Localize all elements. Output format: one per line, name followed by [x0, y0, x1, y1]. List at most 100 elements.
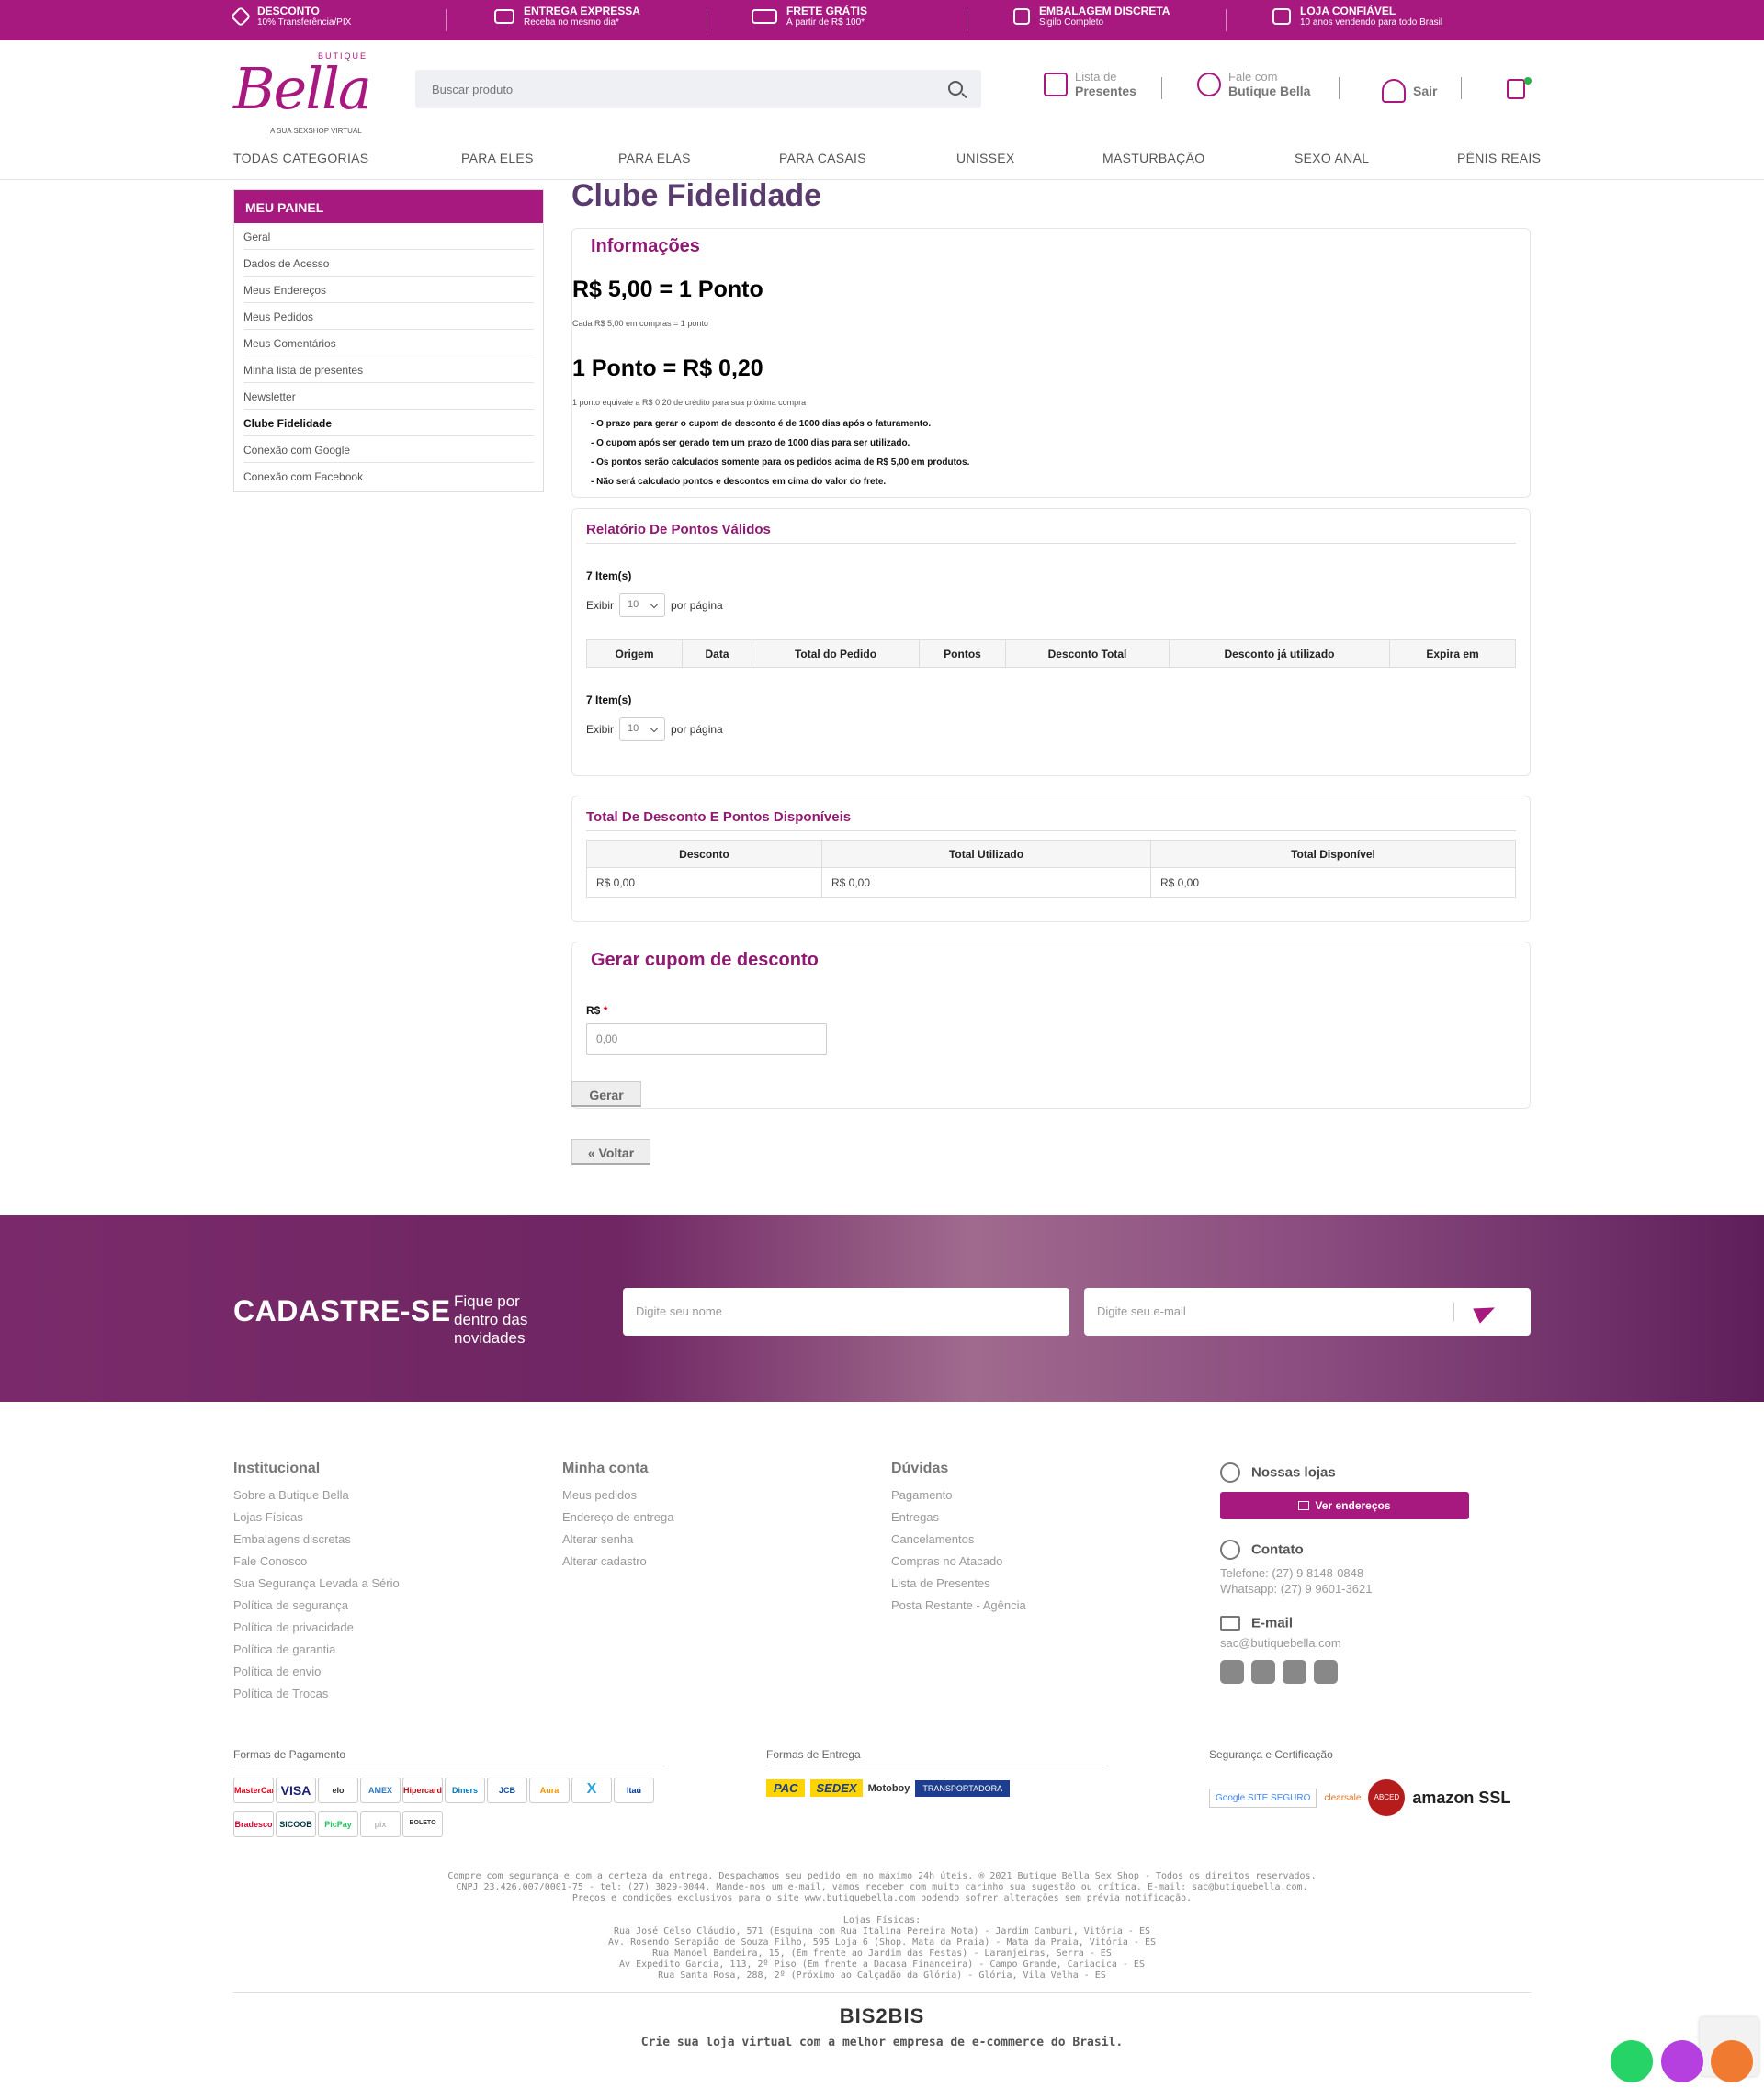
panel-title: MEU PAINEL	[234, 190, 543, 223]
footer-link[interactable]: Política de garantia	[233, 1642, 509, 1665]
phone-number[interactable]: Telefone: (27) 9 8148-0848	[1220, 1565, 1532, 1581]
nav-todas-categorias[interactable]: TODAS CATEGORIAS	[233, 151, 368, 165]
back-button[interactable]: « Voltar	[571, 1139, 650, 1165]
panel-item-comentarios[interactable]: Meus Comentários	[243, 330, 534, 356]
cart-icon[interactable]	[1507, 79, 1525, 99]
per-page-select[interactable]: 10	[619, 717, 666, 741]
per-page-select[interactable]: 10	[619, 593, 666, 617]
panel-item-dados-acesso[interactable]: Dados de Acesso	[243, 250, 534, 277]
nav-unissex[interactable]: UNISSEX	[956, 151, 1015, 165]
logo[interactable]: BUTIQUE Bella A SUA SEXSHOP VIRTUAL	[233, 51, 372, 135]
header-divider	[1461, 77, 1462, 99]
x-card-logo: X	[571, 1778, 612, 1803]
security-title: Segurança e Certificação	[1209, 1748, 1333, 1761]
items-count: 7 Item(s)	[586, 570, 632, 582]
stores-heading: Nossas lojas	[1220, 1462, 1532, 1483]
motoboy-logo: Motoboy	[867, 1782, 910, 1794]
view-addresses-label: Ver endereços	[1315, 1499, 1391, 1512]
email-address[interactable]: sac@butiquebella.com	[1220, 1635, 1532, 1651]
payment-logos: MasterCardVISAeloAMEXHipercardDinersJCBA…	[233, 1778, 656, 1845]
rule-bullet: - Os pontos serão calculados somente par…	[591, 457, 970, 468]
facebook-icon[interactable]	[1220, 1660, 1244, 1684]
gift-list-link[interactable]: Lista de Presentes	[1044, 70, 1136, 98]
search-icon[interactable]	[948, 81, 963, 96]
gift-list-label-a: Lista de	[1075, 70, 1117, 84]
contact-title: Contato	[1251, 1541, 1304, 1558]
google-safe-seal: Google SITE SEGURO	[1209, 1788, 1317, 1808]
panel-item-facebook[interactable]: Conexão com Facebook	[243, 463, 534, 490]
footer-link[interactable]: Sua Segurança Levada a Sério	[233, 1576, 509, 1598]
per-page-control: Exibir 10 por página	[586, 593, 723, 617]
footer-link[interactable]: Lojas Físicas	[233, 1510, 509, 1532]
benefit-title: DESCONTO	[257, 5, 320, 17]
legal-line: Rua José Celso Cláudio, 571 (Esquina com…	[614, 1926, 1150, 1936]
footer-link[interactable]: Fale Conosco	[233, 1554, 509, 1576]
rate-money-to-points: R$ 5,00 = 1 Ponto	[572, 277, 763, 302]
clearsale-seal: clearsale	[1324, 1792, 1362, 1803]
nav-para-elas[interactable]: PARA ELAS	[618, 151, 691, 165]
footer-link[interactable]: Política de Trocas	[233, 1687, 509, 1709]
whatsapp-icon[interactable]	[1611, 2040, 1653, 2082]
footer-link[interactable]: Endereço de entrega	[562, 1510, 838, 1532]
panel-item-lista-presentes[interactable]: Minha lista de presentes	[243, 356, 534, 383]
aura-logo: Aura	[529, 1778, 570, 1803]
footer-link[interactable]: Política de envio	[233, 1665, 509, 1687]
footer-link[interactable]: Lista de Presentes	[891, 1576, 1167, 1598]
gift-list-label-b: Presentes	[1075, 84, 1136, 98]
nav-para-eles[interactable]: PARA ELES	[461, 151, 534, 165]
generate-coupon-button[interactable]: Gerar	[571, 1081, 641, 1107]
footer-col-institucional: Institucional Sobre a Butique Bella Loja…	[233, 1461, 509, 1709]
panel-item-pedidos[interactable]: Meus Pedidos	[243, 303, 534, 330]
logout-label: Sair	[1413, 84, 1438, 98]
benefit-sub: 10 anos vendendo para todo Brasil	[1300, 17, 1443, 28]
footer-link[interactable]: Política de privacidade	[233, 1620, 509, 1642]
footer-link[interactable]: Meus pedidos	[562, 1488, 838, 1510]
footer-link[interactable]: Embalagens discretas	[233, 1532, 509, 1554]
footer-link[interactable]: Alterar cadastro	[562, 1554, 838, 1576]
newsletter-input-divider	[1453, 1303, 1454, 1321]
show-label: Exibir	[586, 599, 615, 612]
newsletter-email-input[interactable]: Digite seu e-mail	[1084, 1288, 1531, 1336]
panel-item-newsletter[interactable]: Newsletter	[243, 383, 534, 410]
search-input[interactable]	[432, 70, 928, 108]
footer-link[interactable]: Cancelamentos	[891, 1532, 1167, 1554]
top-benefits-bar: DESCONTO 10% Transferência/PIX ENTREGA EX…	[0, 0, 1764, 40]
twitter-icon[interactable]	[1251, 1660, 1275, 1684]
nav-sexo-anal[interactable]: SEXO ANAL	[1295, 151, 1369, 165]
legal-line: Compre com segurança e com a certeza da …	[447, 1871, 1317, 1881]
phone-icon[interactable]	[1661, 2040, 1703, 2082]
per-page-label: por página	[671, 599, 723, 612]
logout-link[interactable]: Sair	[1382, 79, 1437, 103]
email-icon[interactable]	[1711, 2040, 1753, 2082]
footer-link[interactable]: Posta Restante - Agência	[891, 1598, 1167, 1620]
report-divider	[586, 543, 1516, 544]
headset-icon	[1220, 1540, 1240, 1560]
nav-masturbacao[interactable]: MASTURBAÇÃO	[1102, 151, 1204, 165]
footer-link[interactable]: Pagamento	[891, 1488, 1167, 1510]
contact-link[interactable]: Fale com Butique Bella	[1197, 70, 1310, 98]
footer-link[interactable]: Alterar senha	[562, 1532, 838, 1554]
footer-link[interactable]: Sobre a Butique Bella	[233, 1488, 509, 1510]
footer-link[interactable]: Compras no Atacado	[891, 1554, 1167, 1576]
amex-logo: AMEX	[360, 1778, 401, 1803]
col-desconto: Desconto	[586, 840, 822, 868]
nav-penis-reais[interactable]: PÊNIS REAIS	[1457, 151, 1541, 165]
footer-link[interactable]: Política de segurança	[233, 1598, 509, 1620]
footer-col-title: Dúvidas	[891, 1461, 949, 1476]
panel-item-google[interactable]: Conexão com Google	[243, 436, 534, 463]
benefit-entrega-expressa: ENTREGA EXPRESSA Receba no mesmo dia*	[494, 6, 640, 28]
panel-item-clube-fidelidade[interactable]: Clube Fidelidade	[243, 410, 534, 436]
view-addresses-button[interactable]: Ver endereços	[1220, 1492, 1469, 1519]
newsletter-name-input[interactable]: Digite seu nome	[623, 1288, 1069, 1336]
coupon-amount-input[interactable]: 0,00	[586, 1023, 827, 1055]
bradesco-logo: Bradesco	[233, 1811, 274, 1837]
whatsapp-number[interactable]: Whatsapp: (27) 9 9601-3621	[1220, 1581, 1532, 1597]
footer-link[interactable]: Entregas	[891, 1510, 1167, 1532]
panel-item-geral[interactable]: Geral	[243, 223, 534, 250]
panel-item-enderecos[interactable]: Meus Endereços	[243, 277, 534, 303]
youtube-icon[interactable]	[1314, 1660, 1338, 1684]
nav-para-casais[interactable]: PARA CASAIS	[779, 151, 866, 165]
points-report-box: Relatório De Pontos Válidos 7 Item(s) Ex…	[571, 508, 1531, 776]
instagram-icon[interactable]	[1283, 1660, 1306, 1684]
bis2bis-logo[interactable]: BIS2BIS	[233, 2004, 1531, 2028]
